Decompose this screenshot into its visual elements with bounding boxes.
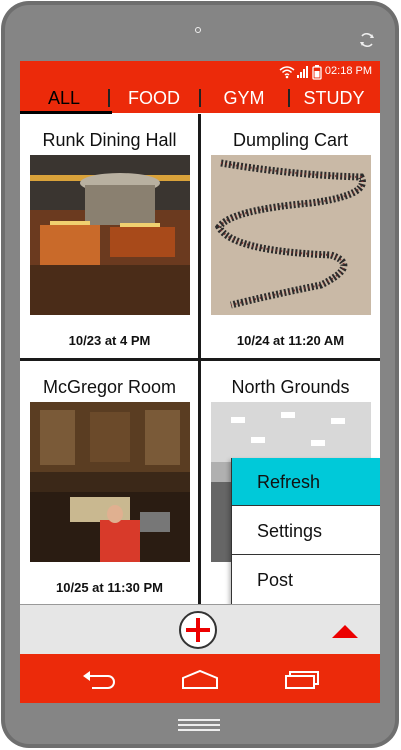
recent-apps-icon[interactable]	[282, 666, 322, 692]
event-card[interactable]: Dumpling Cart 10/24 at 11:20 AM	[201, 114, 380, 358]
tab-all[interactable]: ALL	[20, 83, 108, 113]
battery-icon	[312, 65, 322, 80]
card-title: North Grounds	[231, 377, 350, 397]
library-room-photo	[30, 402, 190, 562]
card-title: Dumpling Cart	[232, 130, 349, 150]
tab-study[interactable]: STUDY	[289, 83, 379, 113]
card-title: Runk Dining Hall	[42, 130, 177, 150]
queue-line-photo	[211, 155, 371, 315]
status-bar: 02:18 PM	[20, 61, 380, 83]
card-date: 10/24 at 11:20 AM	[236, 333, 345, 348]
overflow-menu: Refresh Settings Post	[231, 458, 380, 605]
nav-bar	[20, 654, 380, 703]
app-screen: 02:18 PM ALL FOOD GYM STUDY Runk Dining …	[20, 61, 380, 703]
card-date: 10/23 at 4 PM	[68, 333, 151, 348]
plus-icon	[186, 618, 210, 642]
back-icon[interactable]	[80, 666, 120, 692]
tab-divider	[288, 89, 290, 107]
dining-hall-photo	[30, 155, 190, 315]
home-icon[interactable]	[180, 666, 220, 692]
card-date: 10/25 at 11:30 PM	[56, 580, 163, 595]
menu-lines-icon	[178, 719, 220, 731]
signal-icon	[297, 66, 308, 78]
menu-item-refresh[interactable]: Refresh	[232, 458, 380, 506]
wifi-icon	[279, 66, 295, 79]
tab-gym[interactable]: GYM	[200, 83, 288, 113]
add-button[interactable]	[179, 611, 217, 649]
card-title: McGregor Room	[42, 377, 177, 397]
rotate-icon	[360, 32, 374, 48]
status-icons	[279, 65, 322, 80]
triangle-up-icon[interactable]	[332, 625, 358, 638]
grid-divider-horizontal	[20, 358, 380, 361]
camera-icon	[195, 27, 201, 33]
clock-time: 02:18 PM	[324, 65, 372, 77]
event-card[interactable]: Runk Dining Hall 10/23 at 4 PM	[20, 114, 199, 358]
menu-item-settings[interactable]: Settings	[232, 507, 380, 555]
event-card[interactable]: McGregor Room 10/25 at 11:30 PM	[20, 361, 199, 605]
tab-divider	[108, 89, 110, 107]
menu-item-post[interactable]: Post	[232, 556, 380, 604]
tab-divider	[199, 89, 201, 107]
tab-food[interactable]: FOOD	[109, 83, 199, 113]
bottom-bar	[20, 604, 380, 655]
